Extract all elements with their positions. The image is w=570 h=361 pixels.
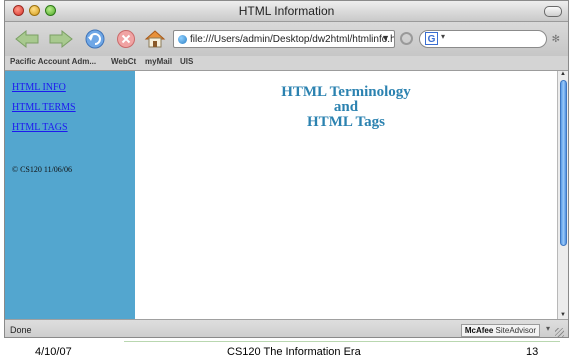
link-html-terms[interactable]: HTML TERMS xyxy=(12,102,76,113)
window-title: HTML Information xyxy=(238,4,335,18)
page-content: HTML INFO HTML TERMS HTML TAGS © CS120 1… xyxy=(5,71,557,319)
title-bar: HTML Information xyxy=(5,1,568,22)
browser-window: HTML Information file:///Users/admin/Des… xyxy=(4,0,569,338)
search-box[interactable]: G ▾ xyxy=(419,30,547,48)
toolbar-toggle-button[interactable] xyxy=(544,6,562,17)
copyright-text: © CS120 11/06/06 xyxy=(12,165,73,174)
stop-button[interactable] xyxy=(115,28,137,50)
forward-button[interactable] xyxy=(47,28,75,50)
back-button[interactable] xyxy=(13,28,41,50)
resize-grip-icon[interactable] xyxy=(555,328,564,337)
footer-page-number: 13 xyxy=(526,346,539,358)
back-arrow-icon xyxy=(15,29,39,49)
vertical-scrollbar[interactable]: ▲ ▼ xyxy=(557,71,568,319)
go-icon[interactable] xyxy=(400,32,413,45)
footer-divider xyxy=(124,341,560,342)
home-icon xyxy=(144,30,166,48)
address-bar[interactable]: file:///Users/admin/Desktop/dw2html/html… xyxy=(173,30,395,48)
globe-icon xyxy=(178,34,187,44)
bookmark-webct[interactable]: WebCt xyxy=(111,57,136,66)
home-button[interactable] xyxy=(143,28,167,50)
navigation-toolbar: file:///Users/admin/Desktop/dw2html/html… xyxy=(5,22,568,56)
page-heading-line-3: HTML Tags xyxy=(307,114,385,130)
scroll-thumb[interactable] xyxy=(560,80,567,246)
reload-button[interactable] xyxy=(83,28,107,50)
link-html-tags[interactable]: HTML TAGS xyxy=(12,122,68,133)
link-html-info[interactable]: HTML INFO xyxy=(12,82,66,93)
status-text: Done xyxy=(10,325,32,335)
status-bar: Done McAfee SiteAdvisor ▾ xyxy=(5,319,568,337)
reload-icon xyxy=(85,29,105,49)
bookmark-uis[interactable]: UIS xyxy=(180,57,193,66)
mcafee-dropdown-icon[interactable]: ▾ xyxy=(546,324,550,333)
scroll-up-arrow-icon[interactable]: ▲ xyxy=(560,71,566,77)
chevron-down-icon[interactable]: ▼ xyxy=(381,33,390,43)
activity-spinner-icon: ✻ xyxy=(551,34,560,45)
stop-icon xyxy=(117,30,135,48)
search-engine-dropdown-icon[interactable]: ▾ xyxy=(441,32,445,41)
bookmark-mymail[interactable]: myMail xyxy=(145,57,172,66)
mcafee-siteadvisor-button[interactable]: McAfee SiteAdvisor xyxy=(460,324,540,337)
mcafee-brand: McAfee xyxy=(464,326,494,335)
page-sidebar: HTML INFO HTML TERMS HTML TAGS © CS120 1… xyxy=(5,71,135,319)
forward-arrow-icon xyxy=(49,29,73,49)
footer-date: 4/10/07 xyxy=(35,346,72,358)
address-text: file:///Users/admin/Desktop/dw2html/html… xyxy=(190,33,395,45)
footer-course: CS120 The Information Era xyxy=(227,346,361,358)
google-search-engine-icon[interactable]: G xyxy=(425,32,438,45)
bookmarks-bar: Pacific Account Adm... WebCt myMail UIS xyxy=(5,56,568,71)
mcafee-product: SiteAdvisor xyxy=(495,326,536,335)
bookmark-pacific-account[interactable]: Pacific Account Adm... xyxy=(10,57,96,66)
scroll-down-arrow-icon[interactable]: ▼ xyxy=(560,312,566,318)
